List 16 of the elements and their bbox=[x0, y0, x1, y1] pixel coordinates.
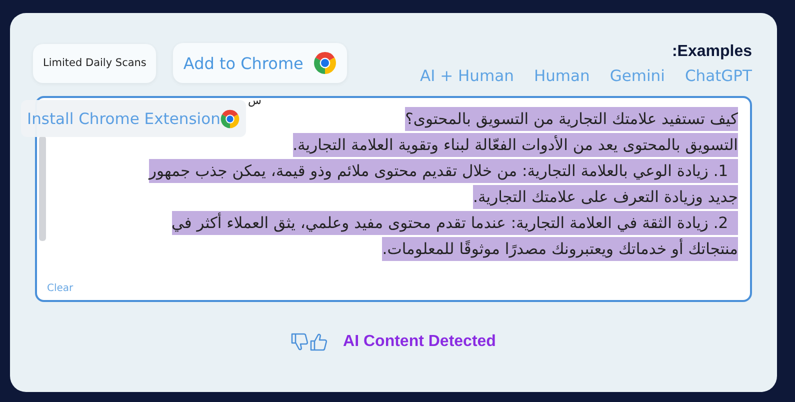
detection-result: AI Content Detected bbox=[343, 333, 496, 351]
scrollbar-thumb[interactable] bbox=[39, 136, 46, 241]
example-link[interactable]: AI + Human bbox=[420, 67, 514, 85]
clear-button[interactable]: Clear bbox=[47, 283, 74, 294]
browser-logo-icon bbox=[313, 51, 338, 75]
overlay-letter: س bbox=[248, 94, 262, 107]
example-link[interactable]: ChatGPT bbox=[684, 67, 752, 85]
daily-scans-badge: Limited Daily Scans bbox=[33, 44, 156, 82]
browser-logo-icon bbox=[220, 108, 240, 128]
examples-title: :Examples bbox=[672, 43, 752, 61]
thumbs-down-icon[interactable] bbox=[291, 333, 308, 351]
example-link[interactable]: Human bbox=[534, 67, 590, 85]
add-to-chrome-button[interactable]: Add to Chrome bbox=[173, 43, 348, 83]
install-extension-button[interactable]: Install Chrome Extension bbox=[21, 100, 246, 137]
example-link[interactable]: Gemini bbox=[610, 67, 665, 85]
thumbs-up-icon[interactable] bbox=[310, 333, 328, 351]
